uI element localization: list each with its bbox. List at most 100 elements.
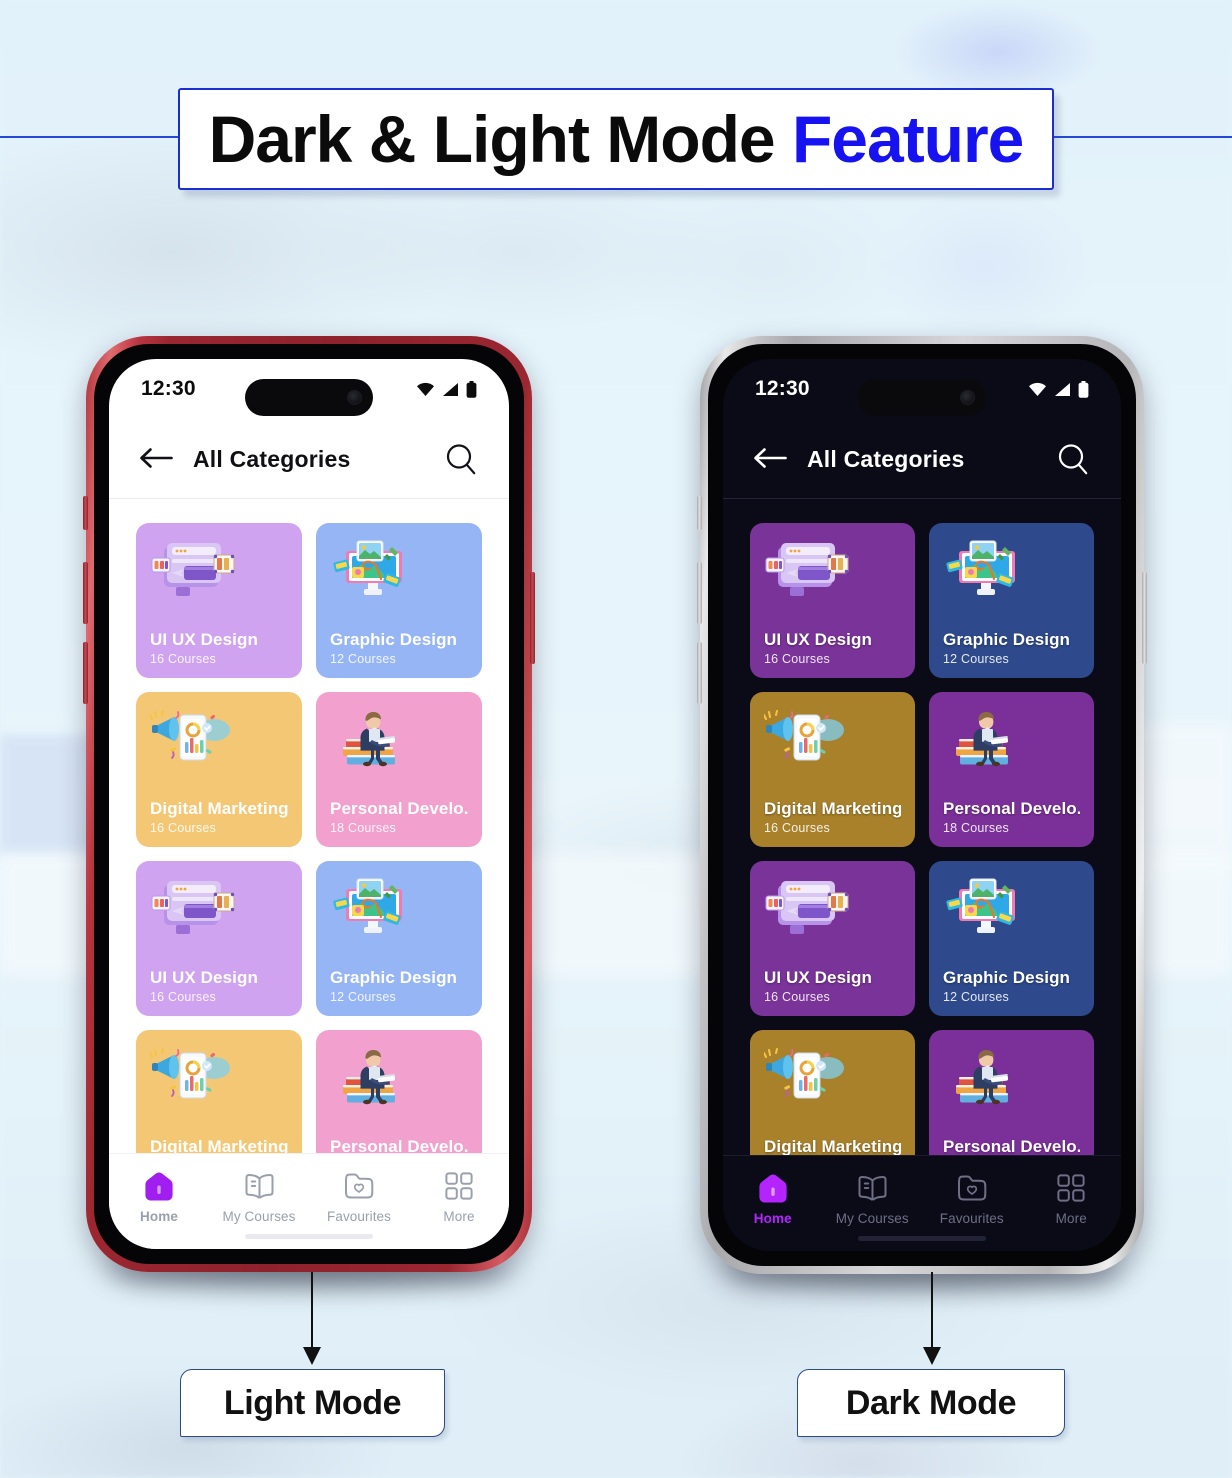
category-card[interactable]: Graphic Design 12 Courses <box>929 523 1094 678</box>
category-title: Graphic Design <box>943 630 1071 649</box>
category-title: Graphic Design <box>330 968 458 987</box>
nav-item-favourites[interactable]: Favourites <box>313 1170 405 1224</box>
personal-development-art <box>943 706 1033 772</box>
category-card[interactable]: Personal Develo... 18 Courses <box>316 692 482 847</box>
graphic-design-art <box>330 875 420 941</box>
power-button[interactable] <box>530 572 535 664</box>
book-icon <box>857 1172 888 1204</box>
category-card[interactable]: UI UX Design 16 Courses <box>136 861 302 1016</box>
app-bar: All Categories <box>109 425 509 493</box>
digital-marketing-art <box>149 706 240 772</box>
battery-icon <box>1078 380 1089 398</box>
category-course-count: 12 Courses <box>330 652 396 666</box>
ui-ux-design-art <box>150 875 240 941</box>
phone-dark-mode: 12:30 All Categories UI UX Design 16 Cou… <box>697 336 1147 1288</box>
volume-up-button[interactable] <box>83 562 88 624</box>
bottom-navigation: Home My Courses Favourites More <box>109 1153 509 1249</box>
bottom-navigation: Home My Courses Favourites More <box>723 1155 1121 1251</box>
phone-frame: 12:30 All Categories UI UX Design 16 Cou… <box>700 336 1144 1274</box>
dynamic-island <box>858 379 986 416</box>
banner-rule-right <box>1050 136 1232 138</box>
category-title: UI UX Design <box>764 630 872 649</box>
nav-label: Home <box>140 1209 178 1224</box>
category-course-count: 16 Courses <box>150 990 216 1004</box>
nav-label: Favourites <box>326 1209 392 1224</box>
signal-icon <box>1054 382 1071 397</box>
page-title: All Categories <box>807 445 965 472</box>
callout-dark-mode: Dark Mode <box>797 1369 1065 1437</box>
volume-down-button[interactable] <box>83 642 88 704</box>
nav-item-more[interactable]: More <box>1025 1172 1117 1226</box>
app-bar-divider <box>109 498 509 499</box>
silent-switch[interactable] <box>83 496 88 530</box>
nav-label: More <box>1055 1211 1087 1226</box>
nav-item-my-courses[interactable]: My Courses <box>213 1170 305 1224</box>
category-title: Personal Develo... <box>943 1137 1080 1155</box>
category-title: Personal Develo... <box>943 799 1080 818</box>
arrow-line <box>931 1272 933 1350</box>
nav-item-favourites[interactable]: Favourites <box>926 1172 1018 1226</box>
search-button[interactable] <box>1055 441 1091 477</box>
silent-switch[interactable] <box>697 496 702 530</box>
category-title: Personal Develo... <box>330 799 468 818</box>
category-title: Personal Develo... <box>330 1137 468 1153</box>
dynamic-island <box>245 379 373 416</box>
category-grid: UI UX Design 16 Courses Graphic Design 1… <box>723 511 1121 1155</box>
category-card[interactable]: UI UX Design 16 Courses <box>750 861 915 1016</box>
category-card[interactable]: Personal Develo... 18 Courses <box>929 692 1094 847</box>
category-title: UI UX Design <box>150 630 258 649</box>
power-button[interactable] <box>1142 572 1147 664</box>
category-card[interactable]: UI UX Design 16 Courses <box>136 523 302 678</box>
nav-item-home[interactable]: Home <box>727 1172 819 1226</box>
wifi-icon <box>1028 382 1047 397</box>
phone-screen: 12:30 All Categories UI UX Design 16 Cou… <box>109 359 509 1249</box>
nav-label: Favourites <box>939 1211 1004 1226</box>
category-course-count: 18 Courses <box>943 821 1009 835</box>
back-button[interactable] <box>139 444 175 474</box>
category-card[interactable]: Personal Develo... 18 Courses <box>316 1030 482 1153</box>
volume-up-button[interactable] <box>697 562 702 624</box>
home-indicator <box>858 1236 986 1241</box>
category-course-count: 12 Courses <box>330 990 396 1004</box>
category-card[interactable]: Digital Marketing 16 Courses <box>136 692 302 847</box>
battery-icon <box>466 380 477 398</box>
category-title: UI UX Design <box>764 968 872 987</box>
volume-down-button[interactable] <box>697 642 702 704</box>
signal-icon <box>442 382 459 397</box>
back-button[interactable] <box>753 444 789 474</box>
app-bar: All Categories <box>723 425 1121 493</box>
status-time: 12:30 <box>755 377 810 400</box>
category-card[interactable]: Graphic Design 12 Courses <box>316 861 482 1016</box>
personal-development-art <box>330 706 420 772</box>
digital-marketing-art <box>763 706 854 772</box>
wifi-icon <box>416 382 435 397</box>
digital-marketing-art <box>763 1044 854 1110</box>
nav-item-more[interactable]: More <box>413 1170 505 1224</box>
category-course-count: 18 Courses <box>330 821 396 835</box>
home-icon <box>758 1172 788 1204</box>
category-card[interactable]: Digital Marketing 16 Courses <box>750 692 915 847</box>
nav-label: My Courses <box>222 1209 296 1224</box>
category-title: Digital Marketing <box>150 799 288 818</box>
category-card[interactable]: Digital Marketing 16 Courses <box>750 1030 915 1155</box>
category-title: Digital Marketing <box>764 1137 901 1155</box>
graphic-design-art <box>943 537 1033 603</box>
category-title: Digital Marketing <box>150 1137 288 1153</box>
category-course-count: 16 Courses <box>764 821 830 835</box>
nav-item-my-courses[interactable]: My Courses <box>826 1172 918 1226</box>
category-card[interactable]: Graphic Design 12 Courses <box>929 861 1094 1016</box>
category-card[interactable]: UI UX Design 16 Courses <box>750 523 915 678</box>
callout-light-mode: Light Mode <box>180 1369 445 1437</box>
category-card[interactable]: Personal Develo... 18 Courses <box>929 1030 1094 1155</box>
nav-label: More <box>443 1209 475 1224</box>
category-card[interactable]: Digital Marketing 16 Courses <box>136 1030 302 1153</box>
category-card[interactable]: Graphic Design 12 Courses <box>316 523 482 678</box>
folder-heart-icon <box>344 1170 374 1202</box>
category-course-count: 16 Courses <box>764 990 830 1004</box>
search-button[interactable] <box>443 441 479 477</box>
nav-item-home[interactable]: Home <box>113 1170 205 1224</box>
arrow-head <box>303 1347 321 1365</box>
callout-dark-label: Dark Mode <box>845 1383 1017 1422</box>
graphic-design-art <box>943 875 1033 941</box>
status-indicator-icons <box>1028 380 1089 398</box>
